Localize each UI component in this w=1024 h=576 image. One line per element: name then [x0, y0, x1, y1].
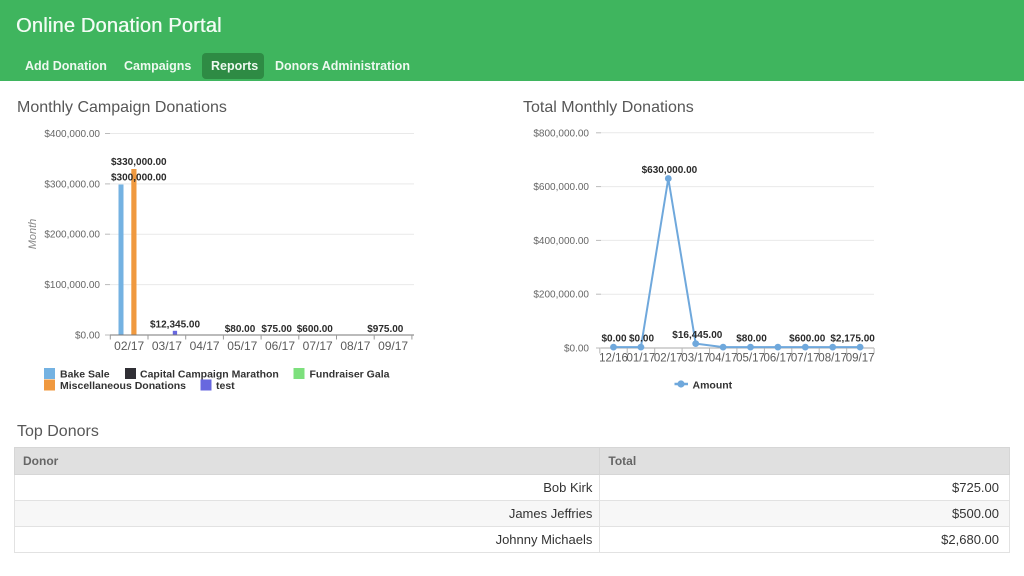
svg-text:$2,175.00: $2,175.00 [830, 334, 875, 345]
svg-text:Amount: Amount [693, 380, 733, 392]
svg-text:03/17: 03/17 [681, 353, 710, 365]
svg-text:Month: Month [27, 219, 39, 250]
svg-text:09/17: 09/17 [846, 353, 875, 365]
svg-text:$300,000.00: $300,000.00 [111, 173, 167, 184]
svg-text:02/17: 02/17 [114, 339, 144, 353]
svg-text:$400,000.00: $400,000.00 [533, 236, 589, 247]
svg-text:$975.00: $975.00 [367, 324, 404, 335]
svg-text:Bake Sale: Bake Sale [60, 369, 110, 381]
svg-text:09/17: 09/17 [378, 339, 408, 353]
svg-text:$200,000.00: $200,000.00 [44, 230, 100, 241]
svg-text:$80.00: $80.00 [225, 324, 256, 335]
svg-text:04/17: 04/17 [190, 339, 220, 353]
svg-text:07/17: 07/17 [791, 353, 820, 365]
svg-text:05/17: 05/17 [736, 353, 765, 365]
svg-text:$75.00: $75.00 [261, 324, 292, 335]
svg-text:test: test [216, 380, 235, 392]
svg-text:$0.00: $0.00 [601, 334, 626, 345]
svg-text:08/17: 08/17 [340, 339, 370, 353]
svg-text:$100,000.00: $100,000.00 [44, 280, 100, 291]
svg-text:$16,445.00: $16,445.00 [672, 330, 722, 341]
svg-text:$80.00: $80.00 [736, 334, 767, 345]
svg-text:03/17: 03/17 [152, 339, 182, 353]
svg-text:$600.00: $600.00 [789, 334, 826, 345]
svg-text:04/17: 04/17 [709, 353, 738, 365]
svg-text:$400,000.00: $400,000.00 [44, 129, 100, 140]
svg-text:$0.00: $0.00 [629, 334, 654, 345]
svg-text:08/17: 08/17 [818, 353, 847, 365]
svg-text:02/17: 02/17 [654, 353, 683, 365]
svg-text:01/17: 01/17 [627, 353, 656, 365]
svg-text:07/17: 07/17 [303, 339, 333, 353]
svg-text:Capital Campaign Marathon: Capital Campaign Marathon [140, 369, 279, 381]
svg-text:$800,000.00: $800,000.00 [533, 128, 589, 139]
svg-text:$600,000.00: $600,000.00 [533, 182, 589, 193]
svg-text:06/17: 06/17 [764, 353, 793, 365]
svg-text:05/17: 05/17 [227, 339, 257, 353]
svg-text:$330,000.00: $330,000.00 [111, 157, 167, 168]
svg-text:Miscellaneous Donations: Miscellaneous Donations [60, 380, 186, 392]
svg-text:06/17: 06/17 [265, 339, 295, 353]
svg-text:$12,345.00: $12,345.00 [150, 320, 200, 331]
svg-text:$300,000.00: $300,000.00 [44, 179, 100, 190]
svg-text:$200,000.00: $200,000.00 [533, 290, 589, 301]
svg-text:$0.00: $0.00 [75, 331, 100, 342]
svg-text:Fundraiser Gala: Fundraiser Gala [310, 369, 390, 381]
svg-text:$0.00: $0.00 [564, 344, 589, 355]
svg-text:$630,000.00: $630,000.00 [642, 165, 698, 176]
svg-text:12/16: 12/16 [599, 353, 628, 365]
svg-text:$600.00: $600.00 [297, 324, 334, 335]
